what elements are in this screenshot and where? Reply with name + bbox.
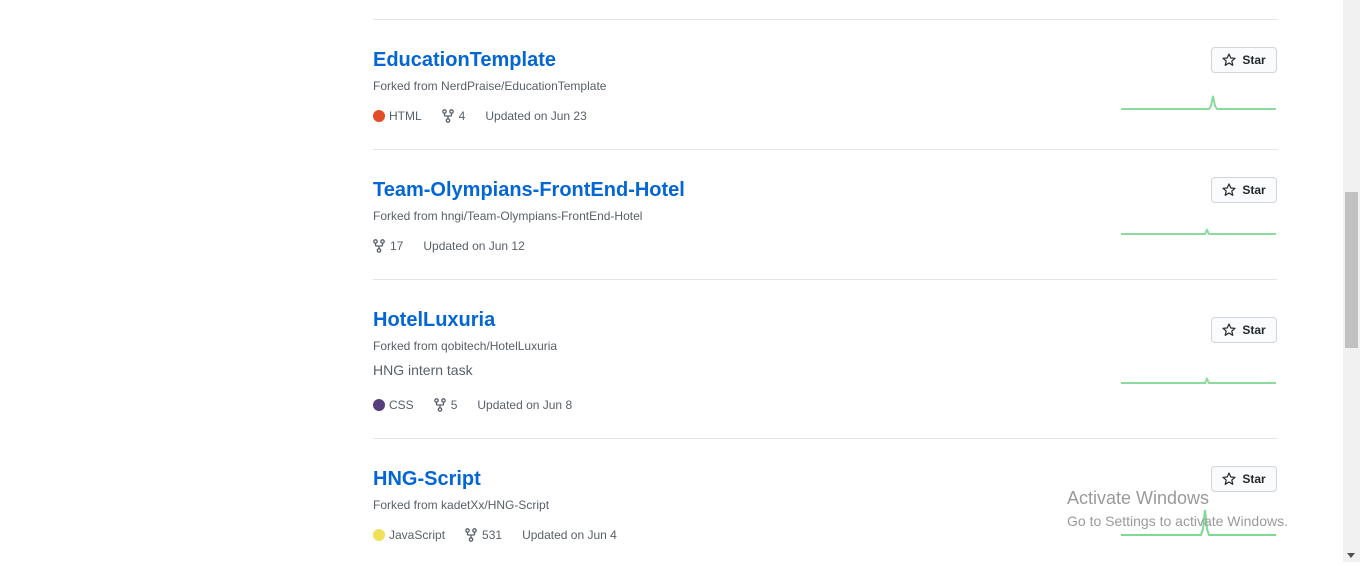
forked-from-text: Forked from kadetXx/HNG-Script xyxy=(373,498,549,512)
activity-sparkline xyxy=(1121,376,1276,384)
star-icon xyxy=(1222,53,1236,66)
forked-from-link[interactable]: hngi/Team-Olympians-FrontEnd-Hotel xyxy=(441,209,642,223)
repo-meta: JavaScript 531 Updated on Jun 4 xyxy=(373,528,617,542)
repo-forked-icon xyxy=(441,109,454,123)
star-button[interactable]: Star xyxy=(1211,317,1277,343)
scroll-down-arrow-icon[interactable] xyxy=(1347,553,1355,558)
repo-language: CSS xyxy=(373,398,414,412)
language-color-dot xyxy=(373,529,385,541)
repo-name-link[interactable]: HotelLuxuria xyxy=(373,309,495,332)
language-color-dot xyxy=(373,110,385,122)
language-name: HTML xyxy=(389,109,422,123)
updated-time: Updated on Jun 8 xyxy=(477,398,573,412)
page-scrollbar[interactable] xyxy=(1343,0,1360,562)
repo-language: HTML xyxy=(373,109,422,123)
star-label: Star xyxy=(1242,323,1266,337)
forked-from-prefix: Forked from xyxy=(373,498,438,512)
forked-from-link[interactable]: qobitech/HotelLuxuria xyxy=(441,339,557,353)
language-name: CSS xyxy=(389,398,414,412)
star-button[interactable]: Star xyxy=(1211,47,1277,73)
forks-link[interactable]: 5 xyxy=(433,398,458,412)
forked-from-prefix: Forked from xyxy=(373,339,438,353)
repo-forked-icon xyxy=(373,239,385,253)
repo-forked-icon xyxy=(465,528,477,542)
fork-count: 5 xyxy=(450,398,458,412)
forked-from-text: Forked from hngi/Team-Olympians-FrontEnd… xyxy=(373,209,642,223)
fork-count: 17 xyxy=(390,239,404,253)
activity-sparkline xyxy=(1121,95,1276,110)
repo-meta: CSS 5 Updated on Jun 8 xyxy=(373,398,572,412)
forked-from-text: Forked from NerdPraise/EducationTemplate xyxy=(373,79,606,93)
activity-sparkline xyxy=(1121,227,1276,235)
fork-count: 531 xyxy=(482,528,503,542)
repo-name-link[interactable]: EducationTemplate xyxy=(373,49,556,72)
repo-language: JavaScript xyxy=(373,528,445,542)
forked-from-link[interactable]: NerdPraise/EducationTemplate xyxy=(441,79,606,93)
updated-time: Updated on Jun 4 xyxy=(522,528,617,542)
forked-from-text: Forked from qobitech/HotelLuxuria xyxy=(373,339,557,353)
repo-forked-icon xyxy=(433,398,446,412)
star-icon xyxy=(1222,472,1236,485)
updated-time: Updated on Jun 23 xyxy=(485,109,587,123)
fork-count: 4 xyxy=(458,109,466,123)
forked-from-prefix: Forked from xyxy=(373,79,438,93)
star-label: Star xyxy=(1242,472,1266,486)
repo-meta: HTML 4 Updated on Jun 23 xyxy=(373,109,587,123)
repo-name-link[interactable]: Team-Olympians-FrontEnd-Hotel xyxy=(373,179,685,202)
forks-link[interactable]: 4 xyxy=(441,109,466,123)
forks-link[interactable]: 531 xyxy=(465,528,502,542)
star-icon xyxy=(1222,183,1236,196)
list-item: HNG-Script Forked from kadetXx/HNG-Scrip… xyxy=(373,439,1277,579)
star-icon xyxy=(1222,323,1236,336)
star-label: Star xyxy=(1242,183,1266,197)
language-name: JavaScript xyxy=(389,528,446,542)
repo-name-link[interactable]: HNG-Script xyxy=(373,468,481,491)
activity-sparkline xyxy=(1121,509,1276,536)
list-item: Team-Olympians-FrontEnd-Hotel Forked fro… xyxy=(373,150,1277,280)
forked-from-prefix: Forked from xyxy=(373,209,438,223)
list-item: EducationTemplate Forked from NerdPraise… xyxy=(373,20,1277,150)
forked-from-link[interactable]: kadetXx/HNG-Script xyxy=(441,498,549,512)
language-color-dot xyxy=(373,399,385,411)
star-label: Star xyxy=(1242,53,1266,67)
repo-meta: 17 Updated on Jun 12 xyxy=(373,239,525,253)
scrollbar-thumb[interactable] xyxy=(1345,192,1358,348)
forks-link[interactable]: 17 xyxy=(373,239,403,253)
repo-description: HNG intern task xyxy=(373,362,473,378)
star-button[interactable]: Star xyxy=(1211,177,1277,203)
list-item: HotelLuxuria Forked from qobitech/HotelL… xyxy=(373,280,1277,439)
updated-time: Updated on Jun 12 xyxy=(423,239,525,253)
star-button[interactable]: Star xyxy=(1211,466,1277,492)
